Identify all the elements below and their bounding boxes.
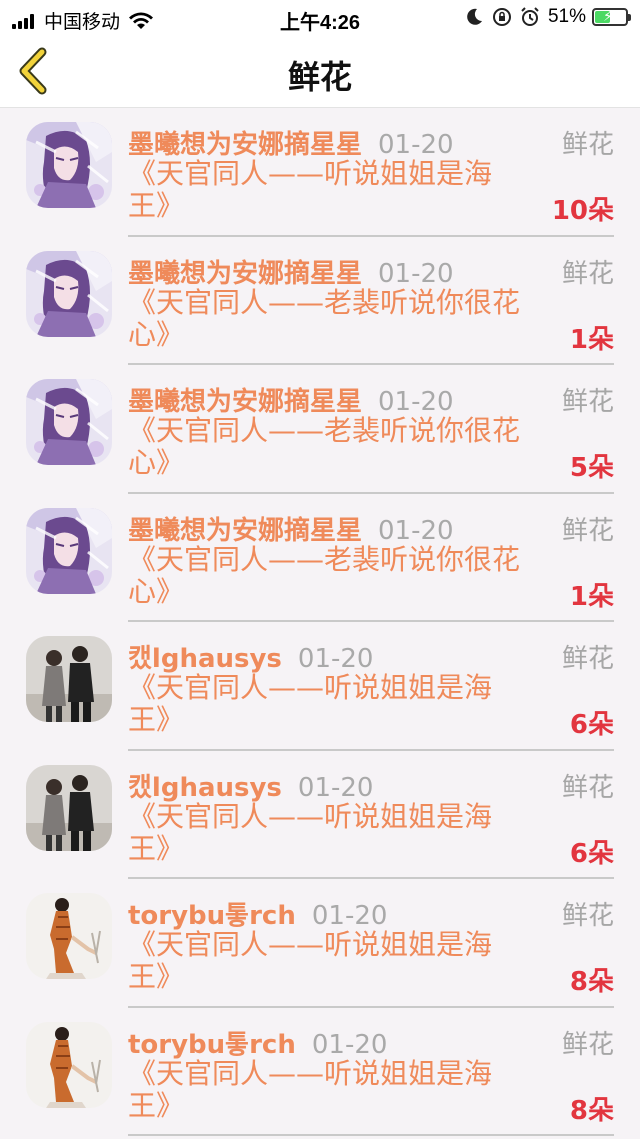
username[interactable]: 墨曦想为安娜摘星星 [128,130,362,160]
anime-girl-avatar [26,122,112,208]
list-item[interactable]: 墨曦想为安娜摘星星 01-20 鲜花《天官同人——听说姐姐是海王》 10朵 [0,108,640,237]
gift-count: 6朵 [569,710,614,740]
battery-icon: ⚡ [592,8,631,26]
gift-type: 鲜花 [561,644,614,674]
list-item[interactable]: 墨曦想为安娜摘星星 01-20 鲜花《天官同人——老裴听说你很花心》 5朵 [0,365,640,494]
name-line: 墨曦想为安娜摘星星 01-20 [128,510,454,547]
gift-count: 6朵 [569,838,614,869]
gift-date: 01-20 [378,387,454,417]
charging-bolt-icon: ⚡ [603,8,613,24]
status-right: 51% ⚡ [456,6,631,28]
list-item[interactable]: 墨曦想为安娜摘星星 01-20 鲜花《天官同人——老裴听说你很花心》 1朵 [0,494,640,622]
name-line: 墨曦想为安娜摘星星 01-20 [128,381,454,418]
gift-count: 1朵 [569,324,614,355]
couple-photo-avatar [26,764,112,851]
avatar[interactable] [26,250,112,337]
record-body: 캤lghausys 01-20 鲜花《天官同人——听说姐姐是海王》 6朵 [128,751,614,879]
name-line: 墨曦想为安娜摘星星 01-20 [128,124,454,161]
gift-date: 01-20 [297,644,374,674]
name-line: 캤lghausys 01-20 [128,638,373,675]
nav-bar: 鲜花 [0,36,640,108]
username[interactable]: torybu톻rch [128,901,296,931]
anime-girl-avatar [26,507,112,594]
name-line: torybu톻rch 01-20 [128,1024,387,1061]
gift-date: 01-20 [297,772,374,803]
gift-type: 鲜花 [561,772,614,803]
book-title[interactable]: 《天官同人——听说姐姐是海王》 [128,1057,528,1122]
name-line: 墨曦想为安娜摘星星 01-20 [128,253,454,290]
woman-qipao-avatar [26,893,112,979]
gift-type: 鲜花 [561,901,614,931]
avatar[interactable] [26,379,112,465]
anime-girl-avatar [26,250,112,337]
gift-type: 鲜花 [561,130,614,160]
list-item[interactable]: 캤lghausys 01-20 鲜花《天官同人——听说姐姐是海王》 6朵 [0,751,640,879]
list-item[interactable]: torybu톻rch 01-20 鲜花《天官同人——听说姐姐是海王》 8朵 [0,1008,640,1136]
list-item[interactable]: 캤lghausys 01-20 鲜花《天官同人——听说姐姐是海王》 6朵 [0,622,640,751]
book-title[interactable]: 《天官同人——老裴听说你很花心》 [128,286,528,351]
username[interactable]: 캤lghausys [128,773,282,803]
record-body: 캤lghausys 01-20 鲜花《天官同人——听说姐姐是海王》 6朵 [128,622,614,751]
avatar[interactable] [26,1021,112,1108]
woman-qipao-avatar [26,1021,112,1108]
alarm-icon [521,7,539,26]
username[interactable]: 캤lghausys [128,644,282,674]
book-title[interactable]: 《天官同人——听说姐姐是海王》 [128,672,528,736]
anime-girl-avatar [26,379,112,465]
name-line: torybu톻rch 01-20 [128,895,387,932]
avatar[interactable] [26,122,112,208]
gift-type: 鲜花 [561,258,614,289]
book-title[interactable]: 《天官同人——听说姐姐是海王》 [128,929,528,993]
gift-date: 01-20 [378,515,454,546]
moon-icon [467,8,482,25]
gift-date: 01-20 [378,130,454,160]
couple-photo-avatar [26,636,112,722]
gift-type: 鲜花 [561,387,614,417]
status-bar: 中国移动 上午4:26 51% ⚡ [0,0,640,36]
record-body: 墨曦想为安娜摘星星 01-20 鲜花《天官同人——老裴听说你很花心》 1朵 [128,237,614,365]
avatar[interactable] [26,507,112,594]
book-title[interactable]: 《天官同人——听说姐姐是海王》 [128,158,528,222]
avatar[interactable] [26,893,112,979]
list-item[interactable]: torybu톻rch 01-20 鲜花《天官同人——听说姐姐是海王》 8朵 [0,879,640,1008]
book-title[interactable]: 《天官同人——老裴听说你很花心》 [128,543,528,608]
gift-count: 8朵 [569,967,614,997]
gift-count: 8朵 [569,1095,614,1126]
gift-record-list: 墨曦想为安娜摘星星 01-20 鲜花 《天官同人——听说姐姐是海王》 10朵 墨曦想为安… [0,108,640,1136]
record-body: 墨曦想为安娜摘星星 01-20 鲜花《天官同人——老裴听说你很花心》 1朵 [128,494,614,622]
username[interactable]: 墨曦想为安娜摘星星 [128,259,362,289]
username[interactable]: 墨曦想为安娜摘星星 [128,516,362,546]
gift-date: 01-20 [311,901,388,931]
gift-date: 01-20 [311,1029,388,1060]
battery-percent: 51% [547,6,586,27]
book-title[interactable]: 《天官同人——听说姐姐是海王》 [128,800,528,865]
book-title[interactable]: 《天官同人——老裴听说你很花心》 [128,415,528,479]
name-line: 캤lghausys 01-20 [128,767,373,804]
record-body: torybu톻rch 01-20 鲜花《天官同人——听说姐姐是海王》 8朵 [128,879,614,1008]
gift-type: 鲜花 [561,1029,614,1060]
gift-date: 01-20 [378,258,454,289]
gift-count: 1朵 [569,581,614,612]
gift-type: 鲜花 [561,515,614,546]
username[interactable]: 墨曦想为安娜摘星星 [128,387,362,417]
record-body: 墨曦想为安娜摘星星 01-20 鲜花《天官同人——听说姐姐是海王》 10朵 [128,108,614,237]
avatar[interactable] [26,764,112,851]
record-body: 墨曦想为安娜摘星星 01-20 鲜花《天官同人——老裴听说你很花心》 5朵 [128,365,614,494]
gift-count: 5朵 [569,453,614,483]
list-item[interactable]: 墨曦想为安娜摘星星 01-20 鲜花《天官同人——老裴听说你很花心》 1朵 [0,237,640,365]
avatar[interactable] [26,636,112,722]
record-body: torybu톻rch 01-20 鲜花《天官同人——听说姐姐是海王》 8朵 [128,1008,614,1136]
username[interactable]: torybu톻rch [128,1030,296,1060]
gift-count: 10朵 [551,196,614,226]
rotation-lock-icon [492,8,511,26]
page-title: 鲜花 [287,58,352,96]
